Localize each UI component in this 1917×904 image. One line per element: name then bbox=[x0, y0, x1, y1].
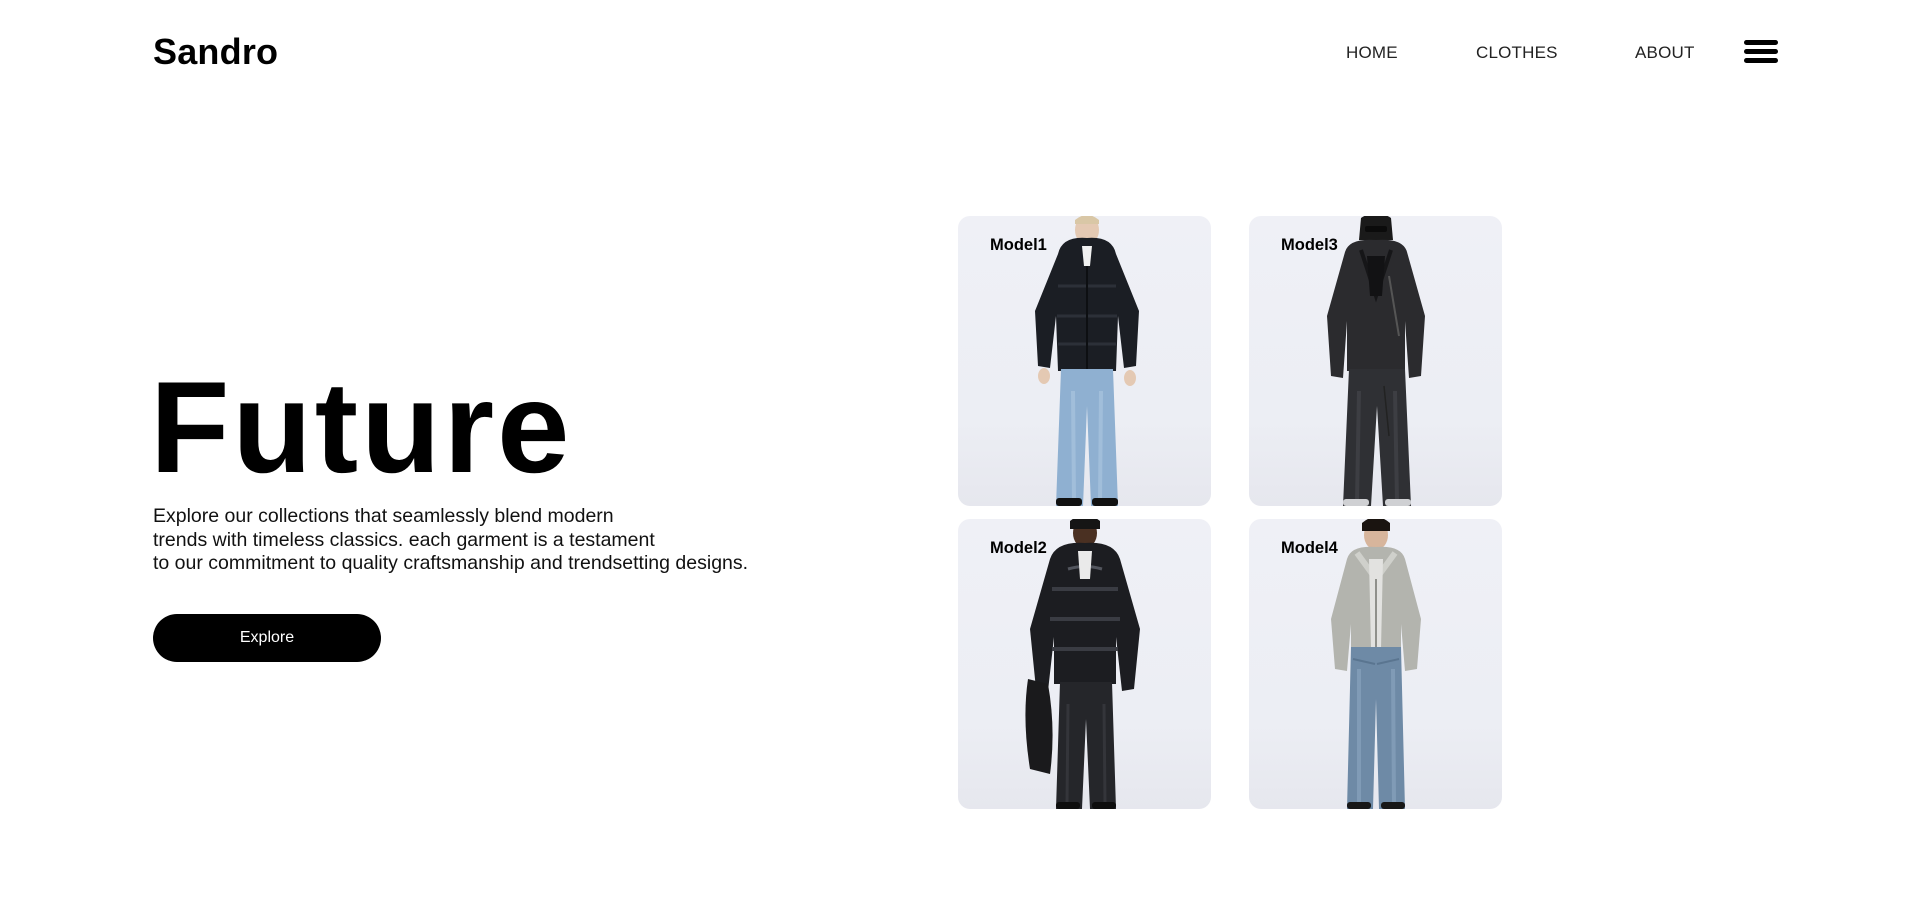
model-photo bbox=[1331, 519, 1421, 809]
nav-about[interactable]: ABOUT bbox=[1635, 43, 1695, 63]
model-photo bbox=[1025, 519, 1140, 809]
model-photo bbox=[1035, 216, 1139, 506]
model-card[interactable]: Model3 bbox=[1249, 216, 1502, 506]
menu-bar bbox=[1744, 40, 1778, 45]
hero-description: Explore our collections that seamlessly … bbox=[153, 505, 813, 576]
hero-description-line: Explore our collections that seamlessly … bbox=[153, 505, 614, 527]
model-photo bbox=[1327, 216, 1425, 506]
nav-home[interactable]: HOME bbox=[1346, 43, 1398, 63]
hero-title: Future bbox=[150, 354, 573, 500]
model-card[interactable]: Model1 bbox=[958, 216, 1211, 506]
menu-bar bbox=[1744, 58, 1778, 63]
page: Sandro HOME CLOTHES ABOUT Future Explore… bbox=[0, 0, 1917, 904]
model-label: Model1 bbox=[990, 236, 1047, 254]
model-card[interactable]: Model4 bbox=[1249, 519, 1502, 809]
hero-description-line: to our commitment to quality craftsmansh… bbox=[153, 552, 749, 574]
model-label: Model4 bbox=[1281, 539, 1338, 557]
main-nav: HOME CLOTHES ABOUT bbox=[0, 43, 1917, 63]
explore-button[interactable]: Explore bbox=[153, 614, 381, 662]
hamburger-menu-icon[interactable] bbox=[1744, 38, 1778, 66]
model-label: Model2 bbox=[990, 539, 1047, 557]
nav-clothes[interactable]: CLOTHES bbox=[1476, 43, 1558, 63]
model-label: Model3 bbox=[1281, 236, 1338, 254]
hero-description-line: trends with timeless classics. each garm… bbox=[153, 528, 655, 551]
menu-bar bbox=[1744, 49, 1778, 54]
model-card[interactable]: Model2 bbox=[958, 519, 1211, 809]
